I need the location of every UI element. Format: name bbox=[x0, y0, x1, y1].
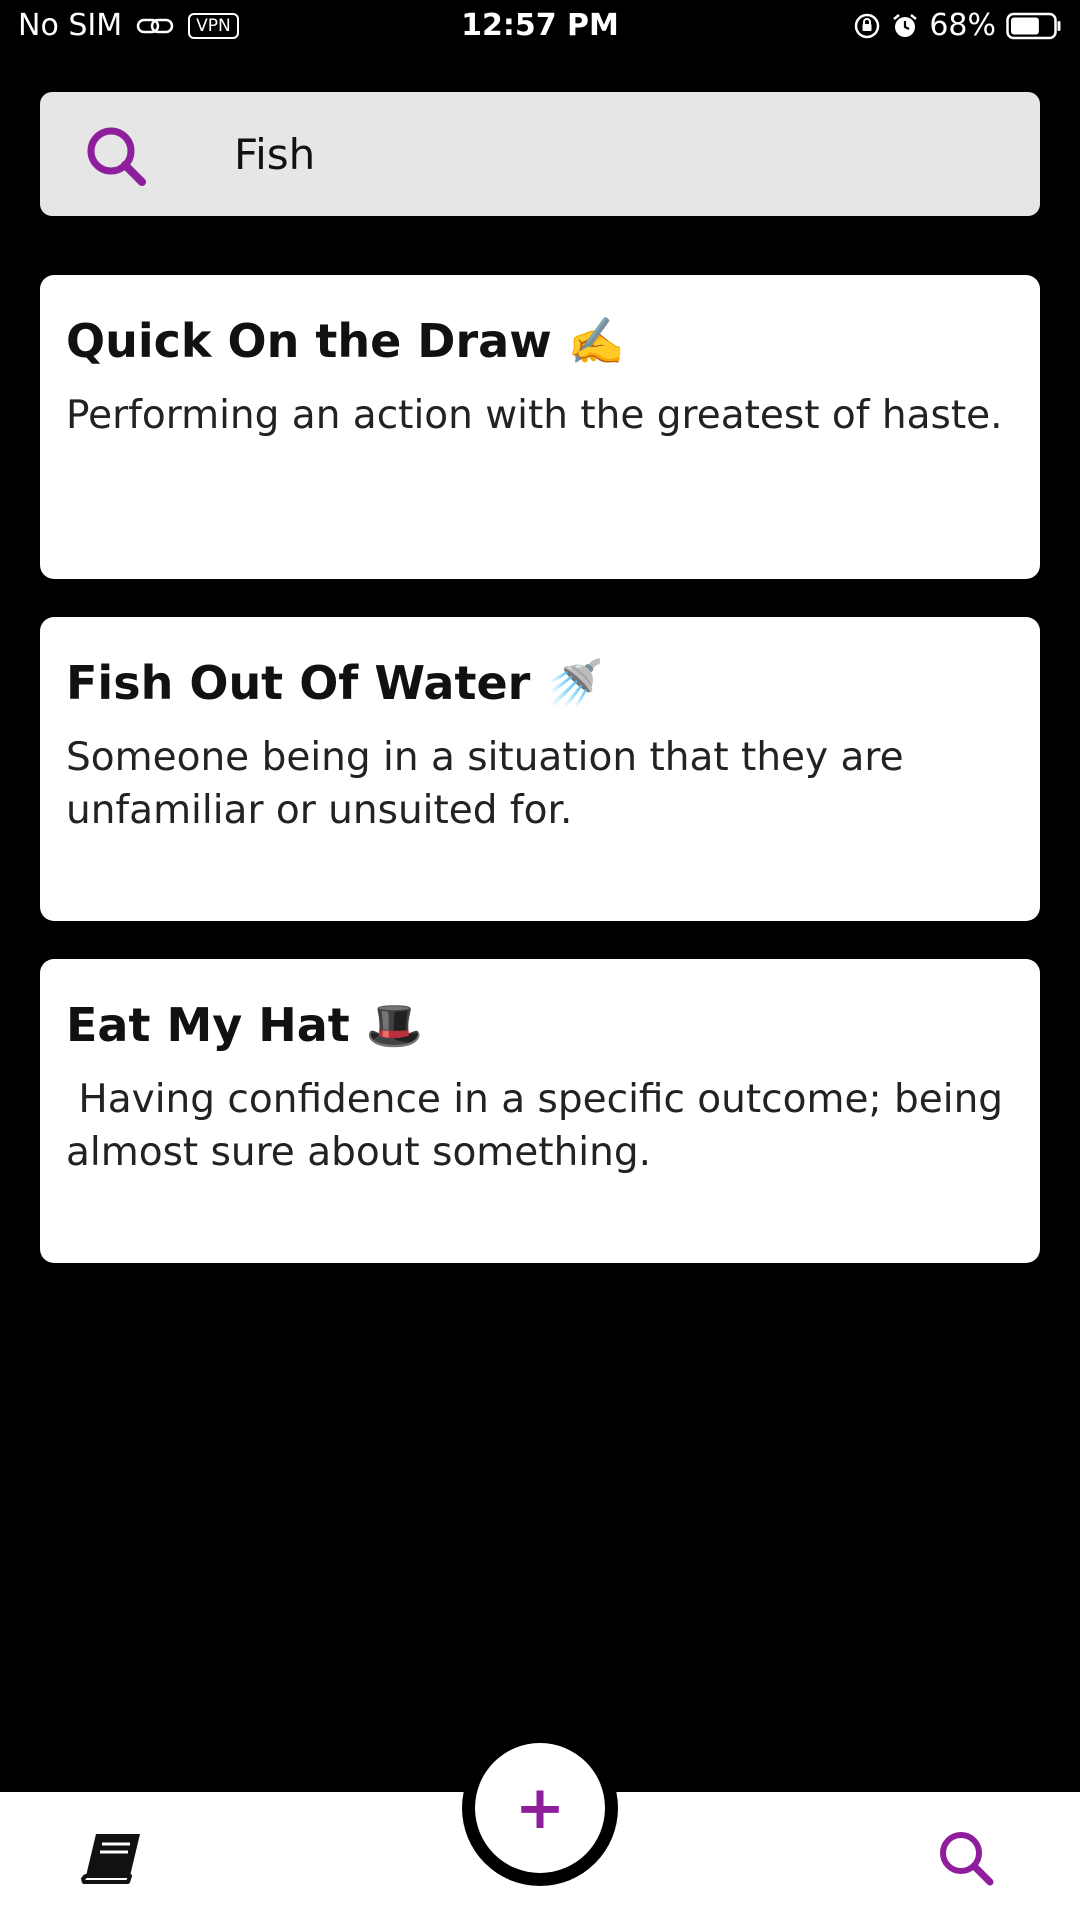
search-bar[interactable] bbox=[40, 92, 1040, 216]
add-idiom-button[interactable]: + bbox=[475, 1743, 605, 1873]
idiom-description: Performing an action with the greatest o… bbox=[66, 393, 1003, 438]
results-list: Quick On the Draw ✍️ Performing an actio… bbox=[40, 275, 1040, 1301]
status-right: 68% bbox=[853, 8, 1062, 43]
idiom-description: Someone being in a situation that they a… bbox=[66, 735, 916, 833]
idiom-card-eat-my-hat[interactable]: Eat My Hat 🎩 Having confidence in a spec… bbox=[40, 959, 1040, 1263]
idiom-title: Eat My Hat 🎩 bbox=[66, 998, 424, 1052]
rotation-lock-icon bbox=[855, 13, 880, 38]
battery-percent: 68% bbox=[929, 8, 996, 43]
idiom-card-fish-out-of-water[interactable]: Fish Out Of Water 🚿 Someone being in a s… bbox=[40, 617, 1040, 921]
idiom-description: Having confidence in a specific outcome;… bbox=[66, 1077, 1016, 1175]
idiom-title: Fish Out Of Water 🚿 bbox=[66, 656, 604, 710]
battery-icon bbox=[1006, 12, 1061, 39]
search-icon[interactable] bbox=[84, 124, 148, 188]
idiom-title: Quick On the Draw ✍️ bbox=[66, 314, 626, 368]
search-input[interactable] bbox=[234, 116, 994, 192]
nav-search-icon[interactable] bbox=[936, 1828, 996, 1888]
book-icon[interactable] bbox=[78, 1830, 144, 1886]
alarm-icon bbox=[893, 13, 918, 37]
status-bar: No SIM VPN 12:57 PM 68% bbox=[0, 0, 1080, 56]
idiom-card-quick-on-the-draw[interactable]: Quick On the Draw ✍️ Performing an actio… bbox=[40, 275, 1040, 579]
